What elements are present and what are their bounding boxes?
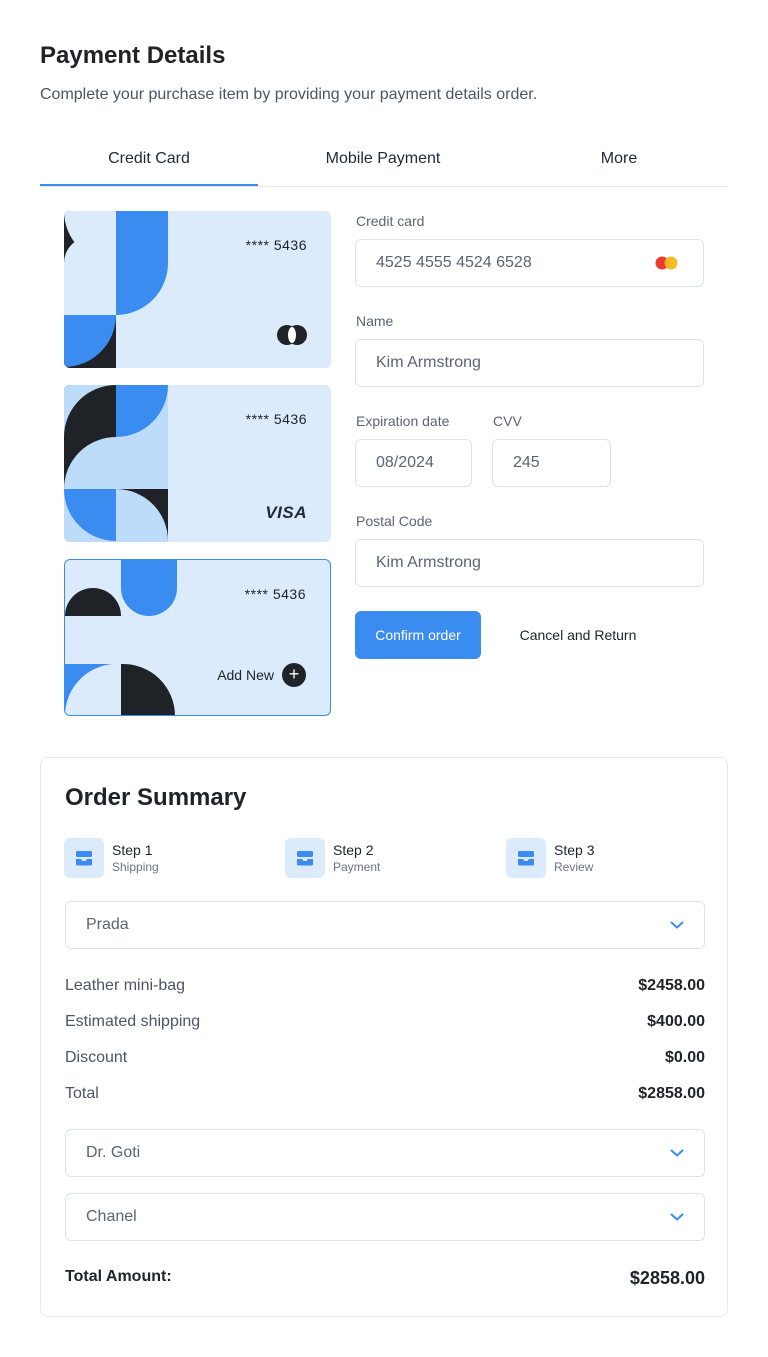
confirm-order-button[interactable]: Confirm order [355,611,481,659]
mastercard-icon [277,325,307,345]
step-review[interactable]: Step 3 Review [506,838,594,878]
select-value: Dr. Goti [86,1144,141,1161]
page-subtitle: Complete your purchase item by providing… [40,86,538,103]
plus-icon: + [282,663,306,687]
add-new-card[interactable]: **** 5436 Add New + [64,559,331,716]
inbox-icon [285,838,325,878]
cvv-input[interactable] [492,439,611,487]
chevron-down-icon [670,1149,684,1157]
inbox-icon [64,838,104,878]
name-input[interactable] [355,339,704,387]
postal-code-label: Postal Code [356,513,433,529]
line-value: $2458.00 [638,977,705,994]
step-title: Step 3 [554,842,595,858]
order-summary-panel: Order Summary Step 1 Shipping Step 2 Pay… [40,757,728,1317]
brand-select-chanel[interactable]: Chanel [65,1193,705,1241]
card-pattern-art [64,385,168,542]
card-number-masked: **** 5436 [245,237,307,253]
line-label: Estimated shipping [65,1013,201,1030]
mastercard-icon [655,256,678,270]
step-payment[interactable]: Step 2 Payment [285,838,380,878]
line-label: Leather mini-bag [65,977,186,994]
cancel-return-button[interactable]: Cancel and Return [503,611,653,659]
credit-card-input[interactable] [355,239,704,287]
total-amount-row: Total Amount: $2858.00 [65,1268,705,1289]
card-number-masked: **** 5436 [245,411,307,427]
tab-more[interactable]: More [510,134,728,186]
visa-logo: VISA [265,503,307,522]
card-pattern-art [64,211,168,368]
tab-mobile-payment[interactable]: Mobile Payment [276,134,490,186]
select-value: Chanel [86,1208,137,1225]
line-value: $0.00 [664,1049,705,1066]
line-label: Discount [65,1049,128,1066]
card-number-masked: **** 5436 [244,586,306,602]
name-label: Name [356,313,394,329]
order-summary-title: Order Summary [65,784,247,811]
step-title: Step 1 [112,842,153,858]
line-value: $2858.00 [638,1085,705,1102]
step-subtitle: Payment [333,860,381,874]
line-item-row: Discount $0.00 [65,1049,705,1067]
expiration-input[interactable] [355,439,472,487]
step-shipping[interactable]: Step 1 Shipping [64,838,159,878]
line-value: $400.00 [647,1013,705,1030]
total-amount-value: $2858.00 [629,1268,705,1288]
add-new-button[interactable]: Add New + [217,663,306,687]
saved-card-mastercard[interactable]: **** 5436 [64,211,331,368]
postal-code-input[interactable] [355,539,704,587]
select-value: Prada [86,916,129,933]
payment-tabs: Credit Card Mobile Payment More [40,134,728,187]
cvv-label: CVV [493,413,522,429]
credit-card-label: Credit card [356,213,425,229]
inbox-icon [506,838,546,878]
line-item-row: Total $2858.00 [65,1085,705,1103]
brand-select-prada[interactable]: Prada [65,901,705,949]
step-subtitle: Review [554,860,594,874]
step-subtitle: Shipping [112,860,159,874]
chevron-down-icon [670,1213,684,1221]
total-amount-label: Total Amount: [65,1268,172,1285]
chevron-down-icon [670,921,684,929]
tab-credit-card[interactable]: Credit Card [40,134,258,186]
expiration-label: Expiration date [356,413,450,429]
line-item-row: Leather mini-bag $2458.00 [65,977,705,995]
line-label: Total [65,1085,99,1102]
add-new-label: Add New [217,667,274,683]
step-title: Step 2 [333,842,374,858]
saved-card-visa[interactable]: **** 5436 VISA [64,385,331,542]
page-title: Payment Details [40,42,226,69]
brand-select-dr-goti[interactable]: Dr. Goti [65,1129,705,1177]
card-pattern-art [65,560,177,715]
line-item-row: Estimated shipping $400.00 [65,1013,705,1031]
